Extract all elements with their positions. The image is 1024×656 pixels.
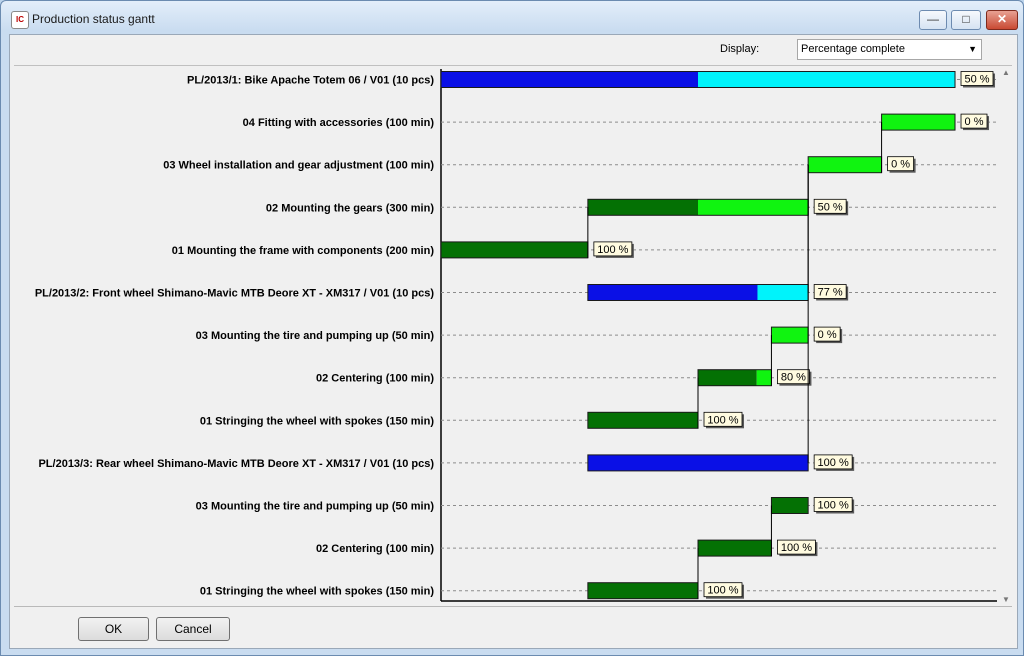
- gantt-bar-done[interactable]: [771, 497, 809, 514]
- gantt-bar-remaining[interactable]: [757, 284, 809, 301]
- maximize-button[interactable]: □: [951, 10, 981, 30]
- percent-badge-text: 100 %: [818, 500, 849, 512]
- percent-badge-text: 0 %: [891, 159, 910, 171]
- row-label: 02 Centering (100 min): [316, 543, 434, 555]
- row-label: 04 Fitting with accessories (100 min): [243, 117, 435, 129]
- percent-badge-text: 0 %: [818, 329, 837, 341]
- percent-badge-text: 100 %: [597, 244, 628, 256]
- percent-badge-text: 50 %: [818, 201, 843, 213]
- gantt-bar-done[interactable]: [698, 369, 757, 386]
- gantt-bar-done[interactable]: [587, 582, 699, 599]
- percent-badge-text: 50 %: [964, 74, 989, 86]
- close-button[interactable]: ✕: [986, 10, 1018, 30]
- percent-badge-text: 100 %: [781, 542, 812, 554]
- gantt-bar-remaining[interactable]: [698, 71, 956, 88]
- window-title: Production status gantt: [32, 12, 155, 26]
- gantt-chart: PL/2013/1: Bike Apache Totem 06 / V01 (1…: [14, 65, 1012, 606]
- separator: [14, 606, 1012, 607]
- gantt-bar-done[interactable]: [587, 412, 699, 429]
- gantt-bar-remaining[interactable]: [756, 369, 772, 386]
- gantt-bar-done[interactable]: [587, 454, 809, 471]
- row-label: PL/2013/1: Bike Apache Totem 06 / V01 (1…: [187, 75, 434, 87]
- row-label: 02 Centering (100 min): [316, 373, 434, 385]
- percent-badge-text: 100 %: [707, 585, 738, 597]
- percent-badge-text: 100 %: [818, 457, 849, 469]
- gantt-bar-done[interactable]: [441, 241, 588, 258]
- row-label: PL/2013/2: Front wheel Shimano-Mavic MTB…: [35, 288, 435, 300]
- gantt-bar-done[interactable]: [587, 284, 758, 301]
- vertical-scrollbar[interactable]: ▲ ▼: [1000, 66, 1012, 606]
- ok-button[interactable]: OK: [78, 617, 149, 641]
- display-select[interactable]: Percentage complete ▼: [797, 39, 982, 60]
- percent-badge-text: 100 %: [707, 414, 738, 426]
- row-label: 02 Mounting the gears (300 min): [266, 202, 434, 214]
- display-label: Display:: [720, 43, 760, 55]
- minimize-button[interactable]: —: [919, 10, 947, 30]
- cancel-button[interactable]: Cancel: [156, 617, 230, 641]
- percent-badge-text: 80 %: [781, 372, 806, 384]
- gantt-bar-remaining[interactable]: [771, 327, 809, 344]
- gantt-bar-done[interactable]: [441, 71, 699, 88]
- row-label: 03 Mounting the tire and pumping up (50 …: [196, 501, 435, 513]
- scroll-down-icon[interactable]: ▼: [1002, 595, 1010, 604]
- row-label: 01 Stringing the wheel with spokes (150 …: [200, 586, 434, 598]
- gantt-svg: PL/2013/1: Bike Apache Totem 06 / V01 (1…: [35, 69, 997, 602]
- row-label: 01 Stringing the wheel with spokes (150 …: [200, 415, 434, 427]
- title-bar[interactable]: IC Production status gantt — □ ✕: [1, 1, 1023, 35]
- percent-badge-text: 0 %: [965, 116, 984, 128]
- row-label: PL/2013/3: Rear wheel Shimano-Mavic MTB …: [38, 458, 434, 470]
- chevron-down-icon[interactable]: ▼: [968, 40, 977, 58]
- row-label: 03 Mounting the tire and pumping up (50 …: [196, 330, 435, 342]
- scroll-up-icon[interactable]: ▲: [1002, 68, 1010, 77]
- gantt-window: IC Production status gantt — □ ✕ Display…: [0, 0, 1024, 656]
- display-select-value: Percentage complete: [801, 43, 905, 55]
- gantt-bar-done[interactable]: [587, 199, 699, 216]
- gantt-bar-remaining[interactable]: [698, 199, 809, 216]
- row-label: 01 Mounting the frame with components (2…: [172, 245, 435, 257]
- row-label: 03 Wheel installation and gear adjustmen…: [163, 160, 434, 172]
- gantt-bar-done[interactable]: [698, 540, 772, 557]
- gantt-bar-remaining[interactable]: [881, 114, 956, 131]
- percent-badge-text: 77 %: [818, 287, 843, 299]
- gantt-bar-remaining[interactable]: [808, 156, 882, 173]
- app-icon: IC: [11, 11, 29, 29]
- dialog-client: Display: Percentage complete ▼ PL/2013/1…: [9, 34, 1018, 649]
